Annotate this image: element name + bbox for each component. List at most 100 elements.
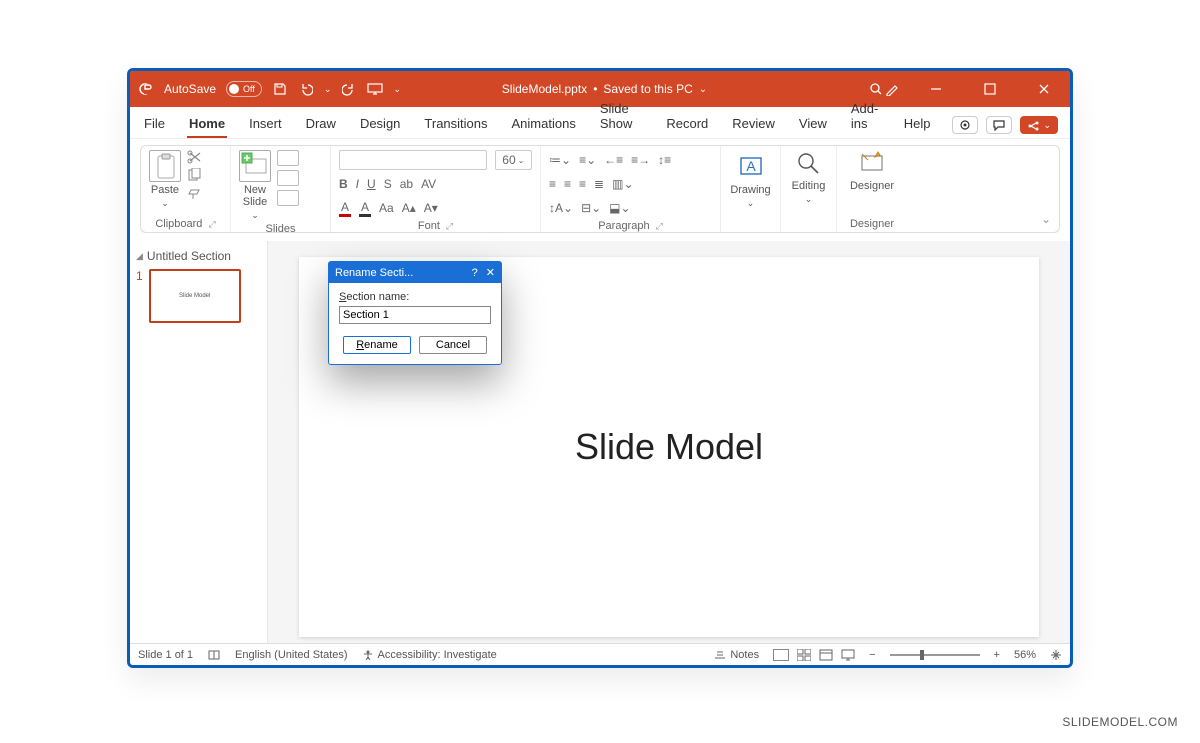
camera-button[interactable] (952, 116, 978, 134)
tab-review[interactable]: Review (730, 110, 777, 138)
autosave-toggle[interactable]: Off (226, 81, 262, 97)
slide-title-text: Slide Model (575, 426, 763, 468)
slide-thumbnail[interactable]: Slide Model (149, 269, 241, 323)
normal-view-icon[interactable] (773, 649, 789, 661)
editing-button[interactable]: Editing⌄ (789, 150, 828, 205)
book-icon[interactable] (207, 649, 221, 661)
clipboard-launcher-icon[interactable]: ⤢ (208, 219, 215, 230)
designer-button[interactable]: Designer (845, 150, 899, 192)
align-center-button[interactable]: ≡ (564, 177, 571, 191)
paste-button[interactable]: Paste⌄ (149, 150, 181, 209)
indent-inc-button[interactable]: ≡→ (631, 153, 650, 167)
comments-button[interactable] (986, 116, 1012, 134)
zoom-slider[interactable] (890, 654, 980, 656)
columns-button[interactable]: ▥⌄ (612, 177, 633, 191)
align-text-button[interactable]: ⊟⌄ (581, 201, 601, 215)
copy-icon[interactable] (187, 168, 203, 182)
font-color-button[interactable]: A (339, 200, 351, 217)
shadow-button[interactable]: ab (400, 177, 413, 191)
font-family-combo[interactable] (339, 150, 487, 170)
dialog-close-icon[interactable]: ✕ (486, 266, 495, 279)
section-icon[interactable] (277, 190, 299, 206)
notes-button[interactable]: Notes (714, 649, 759, 661)
section-name-input[interactable] (339, 306, 491, 324)
title-chevron-icon[interactable]: ⌄ (699, 84, 707, 95)
shrink-font-button[interactable]: A▾ (424, 201, 438, 215)
section-header[interactable]: ◢ Untitled Section (136, 249, 261, 263)
share-button[interactable]: ⌄ (1020, 116, 1058, 134)
zoom-level[interactable]: 56% (1014, 649, 1036, 661)
cut-icon[interactable] (187, 150, 203, 164)
change-case-button[interactable]: Aa (379, 201, 394, 215)
pen-icon[interactable] (884, 81, 900, 97)
align-left-button[interactable]: ≡ (549, 177, 556, 191)
maximize-button[interactable] (972, 71, 1008, 107)
tab-animations[interactable]: Animations (510, 110, 578, 138)
cancel-button[interactable]: Cancel (419, 336, 487, 354)
paragraph-launcher-icon[interactable]: ⤢ (656, 221, 663, 232)
justify-button[interactable]: ≣ (594, 177, 604, 191)
reading-view-icon[interactable] (819, 649, 833, 661)
grow-font-button[interactable]: A▴ (402, 201, 416, 215)
watermark: SLIDEMODEL.COM (1062, 715, 1178, 729)
indent-dec-button[interactable]: ←≡ (604, 153, 623, 167)
layout-icon[interactable] (277, 150, 299, 166)
tab-design[interactable]: Design (358, 110, 402, 138)
dialog-help-icon[interactable]: ? (472, 267, 478, 279)
drawing-button[interactable]: A Drawing⌄ (729, 150, 772, 209)
close-button[interactable] (1026, 71, 1062, 107)
tab-addins[interactable]: Add-ins (849, 95, 882, 138)
tab-view[interactable]: View (797, 110, 829, 138)
present-chevron-icon[interactable]: ⌄ (393, 84, 401, 95)
zoom-out-button[interactable]: − (869, 649, 875, 661)
format-painter-icon[interactable] (187, 186, 203, 200)
undo-icon[interactable] (298, 81, 314, 97)
italic-button[interactable]: I (356, 177, 359, 191)
bold-button[interactable]: B (339, 177, 348, 191)
section-collapse-icon[interactable]: ◢ (136, 251, 143, 262)
ribbon: Paste⌄ Clipboard⤢ New Slide⌄ (140, 145, 1060, 233)
tab-file[interactable]: File (142, 110, 167, 138)
rename-section-dialog: Rename Secti... ? ✕ SSection name:ection… (328, 261, 502, 365)
text-direction-button[interactable]: ↕A⌄ (549, 201, 573, 215)
highlight-button[interactable]: A (359, 200, 371, 217)
sorter-view-icon[interactable] (797, 649, 811, 661)
present-icon[interactable] (367, 81, 383, 97)
new-slide-button[interactable]: New Slide⌄ (239, 150, 271, 221)
app-window: AutoSave Off ⌄ ⌄ SlideModel.pptx • Sa (127, 68, 1073, 668)
slideshow-view-icon[interactable] (841, 649, 855, 661)
bullets-button[interactable]: ≔⌄ (549, 153, 571, 167)
minimize-button[interactable] (918, 71, 954, 107)
tab-record[interactable]: Record (664, 110, 710, 138)
slide-number: 1 (136, 269, 143, 323)
tab-insert[interactable]: Insert (247, 110, 284, 138)
zoom-in-button[interactable]: + (994, 649, 1000, 661)
canvas-area: Slide Model Rename Secti... ? ✕ SSection… (268, 241, 1070, 643)
document-title[interactable]: SlideModel.pptx (502, 82, 587, 96)
tab-transitions[interactable]: Transitions (422, 110, 489, 138)
language-status[interactable]: English (United States) (235, 649, 348, 661)
strike-button[interactable]: S (384, 177, 392, 191)
smartart-button[interactable]: ⬓⌄ (609, 201, 630, 215)
svg-text:A: A (746, 158, 756, 174)
collapse-ribbon-icon[interactable]: ⌄ (1041, 212, 1051, 226)
redo-icon[interactable] (341, 81, 357, 97)
accessibility-status[interactable]: Accessibility: Investigate (362, 649, 497, 661)
dialog-title: Rename Secti... (335, 267, 464, 279)
font-launcher-icon[interactable]: ⤢ (446, 221, 453, 232)
fit-to-window-icon[interactable] (1050, 649, 1062, 661)
numbering-button[interactable]: ≡⌄ (579, 153, 596, 167)
font-size-combo[interactable]: 60⌄ (495, 150, 532, 170)
tab-help[interactable]: Help (902, 110, 933, 138)
save-icon[interactable] (272, 81, 288, 97)
tab-draw[interactable]: Draw (304, 110, 338, 138)
reset-icon[interactable] (277, 170, 299, 186)
tab-home[interactable]: Home (187, 110, 227, 138)
underline-button[interactable]: U (367, 177, 376, 191)
rename-button[interactable]: Rename (343, 336, 411, 354)
spacing-button[interactable]: AV (421, 177, 436, 191)
align-right-button[interactable]: ≡ (579, 177, 586, 191)
undo-chevron-icon[interactable]: ⌄ (324, 84, 332, 95)
line-spacing-button[interactable]: ↕≡ (658, 153, 671, 167)
tab-slideshow[interactable]: Slide Show (598, 95, 645, 138)
